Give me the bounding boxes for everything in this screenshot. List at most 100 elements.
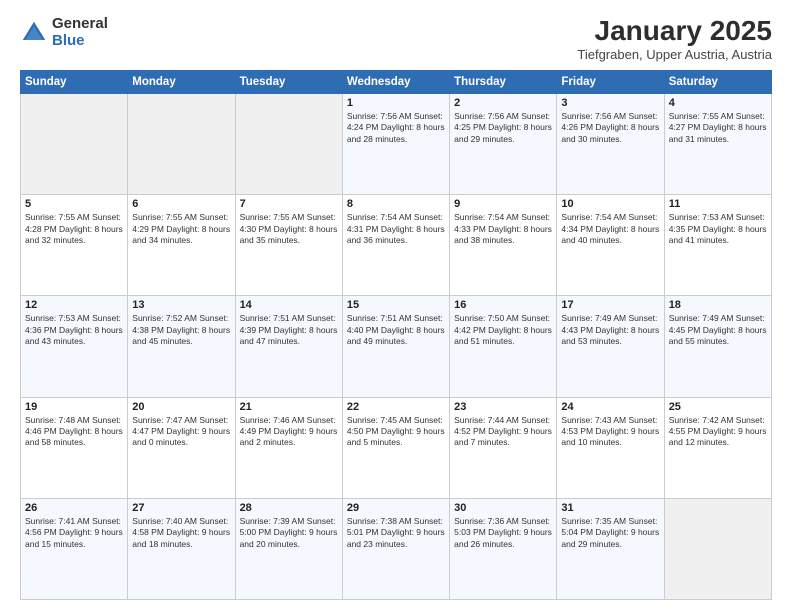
day-number-9: 9 (454, 198, 552, 210)
day-content-16: Sunrise: 7:50 AM Sunset: 4:42 PM Dayligh… (454, 313, 552, 347)
day-content-4: Sunrise: 7:55 AM Sunset: 4:27 PM Dayligh… (669, 111, 767, 145)
weekday-row: Sunday Monday Tuesday Wednesday Thursday… (21, 70, 772, 93)
cell-w2-d4: 16 Sunrise: 7:50 AM Sunset: 4:42 PM Dayli… (450, 296, 557, 397)
day-number-14: 14 (240, 299, 338, 311)
day-number-22: 22 (347, 401, 445, 413)
day-number-18: 18 (669, 299, 767, 311)
cell-w3-d6: 25Sunrise: 7:42 AM Sunset: 4:55 PM Dayli… (664, 397, 771, 498)
day-number-28: 28 (240, 502, 338, 514)
cell-w1-d3: 8Sunrise: 7:54 AM Sunset: 4:31 PM Daylig… (342, 195, 449, 296)
day-content-20: Sunrise: 7:47 AM Sunset: 4:47 PM Dayligh… (132, 415, 230, 449)
cell-w1-d5: 10Sunrise: 7:54 AM Sunset: 4:34 PM Dayli… (557, 195, 664, 296)
cell-w4-d3: 29Sunrise: 7:38 AM Sunset: 5:01 PM Dayli… (342, 498, 449, 599)
day-number-26: 26 (25, 502, 123, 514)
day-content-28: Sunrise: 7:39 AM Sunset: 5:00 PM Dayligh… (240, 516, 338, 550)
cell-w1-d1: 6Sunrise: 7:55 AM Sunset: 4:29 PM Daylig… (128, 195, 235, 296)
day-number-5: 5 (25, 198, 123, 210)
day-content-31: Sunrise: 7:35 AM Sunset: 5:04 PM Dayligh… (561, 516, 659, 550)
th-saturday: Saturday (664, 70, 771, 93)
cell-w4-d4: 30 Sunrise: 7:36 AM Sunset: 5:03 PM Dayli… (450, 498, 557, 599)
logo-blue-text: Blue (52, 33, 108, 50)
cell-w4-d5: 31 Sunrise: 7:35 AM Sunset: 5:04 PM Dayli… (557, 498, 664, 599)
day-content-15: Sunrise: 7:51 AM Sunset: 4:40 PM Dayligh… (347, 313, 445, 347)
header: General Blue January 2025 Tiefgraben, Up… (20, 16, 772, 62)
page: General Blue January 2025 Tiefgraben, Up… (0, 0, 792, 612)
day-number-8: 8 (347, 198, 445, 210)
day-content-14: Sunrise: 7:51 AM Sunset: 4:39 PM Dayligh… (240, 313, 338, 347)
day-number-20: 20 (132, 401, 230, 413)
week-row-1: 5 Sunrise: 7:55 AM Sunset: 4:28 PM Daylig… (21, 195, 772, 296)
calendar-header: Sunday Monday Tuesday Wednesday Thursday… (21, 70, 772, 93)
day-content-24: Sunrise: 7:43 AM Sunset: 4:53 PM Dayligh… (561, 415, 659, 449)
cell-w2-d0: 12 Sunrise: 7:53 AM Sunset: 4:36 PM Dayli… (21, 296, 128, 397)
day-content-12: Sunrise: 7:53 AM Sunset: 4:36 PM Dayligh… (25, 313, 123, 347)
day-content-25: Sunrise: 7:42 AM Sunset: 4:55 PM Dayligh… (669, 415, 767, 449)
th-monday: Monday (128, 70, 235, 93)
day-number-30: 30 (454, 502, 552, 514)
week-row-0: 1 Sunrise: 7:56 AM Sunset: 4:24 PM Daylig… (21, 93, 772, 194)
cell-w4-d2: 28 Sunrise: 7:39 AM Sunset: 5:00 PM Dayli… (235, 498, 342, 599)
cell-w0-d5: 3 Sunrise: 7:56 AM Sunset: 4:26 PM Daylig… (557, 93, 664, 194)
day-content-7: Sunrise: 7:55 AM Sunset: 4:30 PM Dayligh… (240, 212, 338, 246)
logo-text: General Blue (52, 16, 108, 49)
day-content-19: Sunrise: 7:48 AM Sunset: 4:46 PM Dayligh… (25, 415, 123, 449)
day-content-6: Sunrise: 7:55 AM Sunset: 4:29 PM Dayligh… (132, 212, 230, 246)
cell-w0-d3: 1 Sunrise: 7:56 AM Sunset: 4:24 PM Daylig… (342, 93, 449, 194)
cell-w2-d6: 18Sunrise: 7:49 AM Sunset: 4:45 PM Dayli… (664, 296, 771, 397)
day-number-1: 1 (347, 97, 445, 109)
day-number-23: 23 (454, 401, 552, 413)
day-number-12: 12 (25, 299, 123, 311)
cell-w0-d0 (21, 93, 128, 194)
cell-w4-d0: 26Sunrise: 7:41 AM Sunset: 4:56 PM Dayli… (21, 498, 128, 599)
day-number-24: 24 (561, 401, 659, 413)
day-number-10: 10 (561, 198, 659, 210)
day-number-21: 21 (240, 401, 338, 413)
subtitle: Tiefgraben, Upper Austria, Austria (577, 47, 772, 62)
day-content-27: Sunrise: 7:40 AM Sunset: 4:58 PM Dayligh… (132, 516, 230, 550)
day-content-22: Sunrise: 7:45 AM Sunset: 4:50 PM Dayligh… (347, 415, 445, 449)
day-number-3: 3 (561, 97, 659, 109)
cell-w0-d4: 2 Sunrise: 7:56 AM Sunset: 4:25 PM Daylig… (450, 93, 557, 194)
logo-general-text: General (52, 16, 108, 33)
week-row-3: 19 Sunrise: 7:48 AM Sunset: 4:46 PM Dayli… (21, 397, 772, 498)
cell-w2-d3: 15 Sunrise: 7:51 AM Sunset: 4:40 PM Dayli… (342, 296, 449, 397)
cell-w0-d2 (235, 93, 342, 194)
day-number-4: 4 (669, 97, 767, 109)
day-content-2: Sunrise: 7:56 AM Sunset: 4:25 PM Dayligh… (454, 111, 552, 145)
week-row-2: 12 Sunrise: 7:53 AM Sunset: 4:36 PM Dayli… (21, 296, 772, 397)
cell-w1-d0: 5 Sunrise: 7:55 AM Sunset: 4:28 PM Daylig… (21, 195, 128, 296)
week-row-4: 26Sunrise: 7:41 AM Sunset: 4:56 PM Dayli… (21, 498, 772, 599)
cell-w0-d6: 4 Sunrise: 7:55 AM Sunset: 4:27 PM Daylig… (664, 93, 771, 194)
cell-w1-d4: 9Sunrise: 7:54 AM Sunset: 4:33 PM Daylig… (450, 195, 557, 296)
day-content-21: Sunrise: 7:46 AM Sunset: 4:49 PM Dayligh… (240, 415, 338, 449)
cell-w2-d5: 17Sunrise: 7:49 AM Sunset: 4:43 PM Dayli… (557, 296, 664, 397)
cell-w1-d6: 11 Sunrise: 7:53 AM Sunset: 4:35 PM Dayli… (664, 195, 771, 296)
day-content-1: Sunrise: 7:56 AM Sunset: 4:24 PM Dayligh… (347, 111, 445, 145)
day-content-13: Sunrise: 7:52 AM Sunset: 4:38 PM Dayligh… (132, 313, 230, 347)
day-number-11: 11 (669, 198, 767, 210)
calendar-table: Sunday Monday Tuesday Wednesday Thursday… (20, 70, 772, 600)
day-number-7: 7 (240, 198, 338, 210)
cell-w3-d5: 24 Sunrise: 7:43 AM Sunset: 4:53 PM Dayli… (557, 397, 664, 498)
th-tuesday: Tuesday (235, 70, 342, 93)
day-content-17: Sunrise: 7:49 AM Sunset: 4:43 PM Dayligh… (561, 313, 659, 347)
cell-w4-d1: 27Sunrise: 7:40 AM Sunset: 4:58 PM Dayli… (128, 498, 235, 599)
main-title: January 2025 (577, 16, 772, 47)
day-number-15: 15 (347, 299, 445, 311)
day-content-3: Sunrise: 7:56 AM Sunset: 4:26 PM Dayligh… (561, 111, 659, 145)
day-number-19: 19 (25, 401, 123, 413)
day-content-11: Sunrise: 7:53 AM Sunset: 4:35 PM Dayligh… (669, 212, 767, 246)
day-content-29: Sunrise: 7:38 AM Sunset: 5:01 PM Dayligh… (347, 516, 445, 550)
cell-w2-d2: 14 Sunrise: 7:51 AM Sunset: 4:39 PM Dayli… (235, 296, 342, 397)
day-content-5: Sunrise: 7:55 AM Sunset: 4:28 PM Dayligh… (25, 212, 123, 246)
day-number-2: 2 (454, 97, 552, 109)
cell-w1-d2: 7 Sunrise: 7:55 AM Sunset: 4:30 PM Daylig… (235, 195, 342, 296)
cell-w3-d2: 21 Sunrise: 7:46 AM Sunset: 4:49 PM Dayli… (235, 397, 342, 498)
th-thursday: Thursday (450, 70, 557, 93)
th-wednesday: Wednesday (342, 70, 449, 93)
cell-w2-d1: 13Sunrise: 7:52 AM Sunset: 4:38 PM Dayli… (128, 296, 235, 397)
cell-w0-d1 (128, 93, 235, 194)
day-content-30: Sunrise: 7:36 AM Sunset: 5:03 PM Dayligh… (454, 516, 552, 550)
day-number-16: 16 (454, 299, 552, 311)
day-number-31: 31 (561, 502, 659, 514)
